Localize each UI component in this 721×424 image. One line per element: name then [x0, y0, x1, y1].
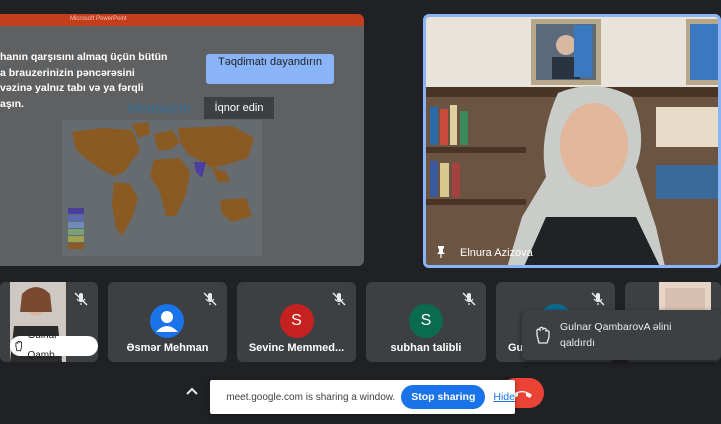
- stop-sharing-button[interactable]: Stop sharing: [401, 385, 486, 409]
- participant-tile[interactable]: Əsmər Mehman: [108, 282, 227, 362]
- participant-name-chip: Gulnar Qamb...: [10, 330, 98, 361]
- participant-avatar: S: [279, 304, 314, 338]
- participant-name: subhan talibli: [390, 342, 462, 354]
- presentation-tile[interactable]: Microsoft PowerPoint hanın qarşısını alm…: [0, 14, 364, 266]
- screen-sharing-bar: meet.google.com is sharing a window. Sto…: [210, 380, 515, 414]
- raised-hand-icon: [536, 326, 550, 344]
- stop-presenting-button[interactable]: Təqdimatı dayandırın: [206, 54, 334, 84]
- mic-off-icon: [332, 292, 346, 306]
- map-legend: [68, 208, 84, 252]
- slide-title: Hinduizm: [128, 100, 191, 116]
- slide-line: a brauzerinizin pəncərəsini: [0, 66, 135, 79]
- mic-off-icon: [462, 292, 476, 306]
- hand-icon: [15, 340, 22, 352]
- world-map-graphic: [62, 120, 262, 256]
- participant-tile[interactable]: S subhan talibli: [366, 282, 486, 362]
- mic-off-icon: [74, 292, 88, 306]
- slide-line: vəzinə yalnız tabı və ya fərqli: [0, 82, 144, 94]
- participant-tile[interactable]: S Sevinc Memmed...: [237, 282, 356, 362]
- powerpoint-title: Microsoft PowerPoint: [70, 16, 127, 22]
- mic-off-icon: [203, 292, 217, 306]
- participant-avatar: S: [409, 304, 443, 338]
- chevron-up-icon[interactable]: [180, 380, 204, 404]
- raised-hand-notification[interactable]: Gulnar QambarovA əlini qaldırdı: [522, 310, 721, 360]
- mic-off-icon: [591, 292, 605, 306]
- participant-name: Sevinc Memmed...: [248, 342, 345, 354]
- sharing-message: meet.google.com is sharing a window.: [226, 391, 396, 403]
- hide-link[interactable]: Hide: [493, 391, 515, 403]
- main-speaker-tile[interactable]: Elnura Azizova: [423, 14, 721, 268]
- powerpoint-titlebar: Microsoft PowerPoint: [0, 14, 364, 26]
- speaker-name: Elnura Azizova: [460, 247, 533, 259]
- pin-icon[interactable]: [434, 245, 448, 259]
- participant-tile[interactable]: Gulnar Qamb...: [0, 282, 98, 362]
- slide-line: hanın qarşısını almaq üçün bütün: [0, 51, 168, 63]
- notification-line: Gulnar QambarovA əlini: [560, 321, 672, 333]
- ignore-button[interactable]: İqnor edin: [204, 97, 274, 119]
- world-map: [62, 120, 262, 256]
- notification-line: qaldırdı: [560, 337, 596, 349]
- notification-text: Gulnar QambarovA əlini qaldırdı: [560, 319, 671, 351]
- speaker-video: [426, 17, 718, 265]
- avatar-person-icon: [150, 304, 184, 338]
- participant-name: Gulnar Qamb...: [27, 330, 64, 361]
- participant-name: Əsmər Mehman: [126, 342, 209, 354]
